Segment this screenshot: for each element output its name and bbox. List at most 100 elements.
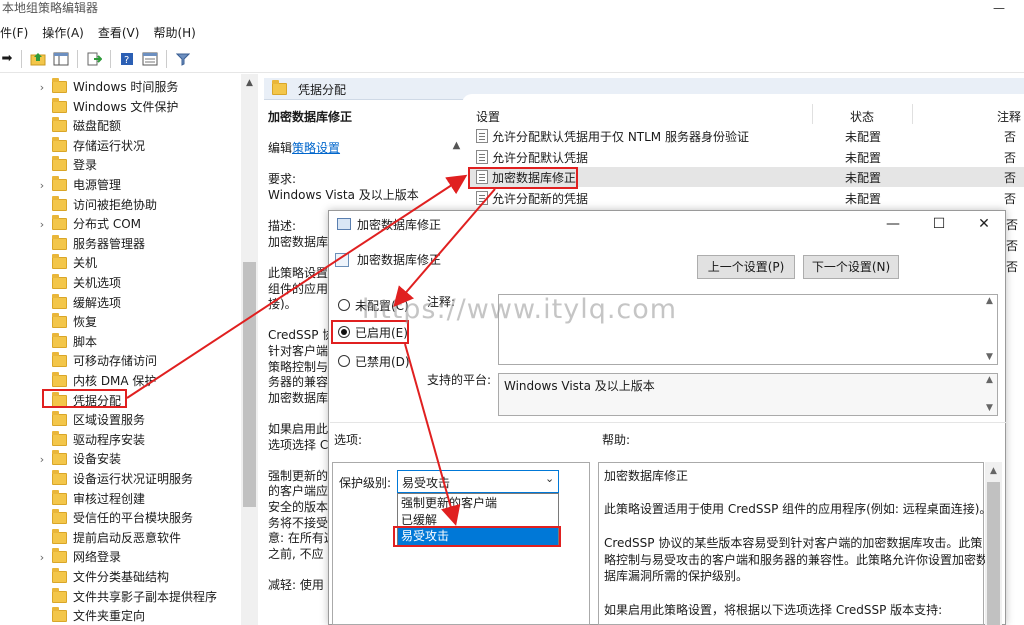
column-header-setting[interactable]: 设置 [476, 108, 500, 125]
tree-item-label: 区域设置服务 [73, 413, 146, 428]
tree-item[interactable]: 文件分类基础结构 [0, 568, 240, 587]
tree-item[interactable]: 驱动程序安装 [0, 430, 240, 450]
chevron-right-icon[interactable]: › [37, 81, 47, 94]
tree-item[interactable]: 文件共享影子副本提供程序 [0, 587, 240, 607]
tree-item[interactable]: 文件夹重定向 [0, 607, 240, 625]
prev-setting-button[interactable]: 上一个设置(P) [697, 255, 795, 279]
folder-icon [52, 332, 67, 348]
platform-value: Windows Vista 及以上版本 [504, 379, 655, 393]
platform-scroll-down-icon[interactable]: ▼ [981, 403, 998, 413]
folder-icon [52, 254, 67, 270]
tree-item[interactable]: 访问被拒绝协助 [0, 195, 240, 215]
setting-comment: 否 [1004, 130, 1017, 144]
chevron-down-icon[interactable]: ⌄ [545, 472, 554, 485]
list-row[interactable]: 允许分配新的凭据 未配置 否 [470, 188, 1024, 208]
tree-item[interactable]: Windows 文件保护 [0, 97, 240, 117]
tree-item[interactable]: 登录 [0, 156, 240, 175]
tree-item[interactable]: 提前启动反恶意软件 [0, 528, 240, 548]
tree-item[interactable]: 服务器管理器 [0, 234, 240, 254]
tree-item[interactable]: › 网络登录 [0, 548, 240, 567]
description-line: 选项选择 C [268, 437, 329, 452]
folder-icon [52, 176, 67, 191]
description-line: 针对客户端 [268, 344, 329, 358]
folder-icon [52, 136, 67, 152]
menu-file[interactable]: 件(F) [0, 22, 35, 44]
tree-item-label: 文件夹重定向 [73, 609, 146, 624]
help-scroll-up-icon[interactable]: ▲ [985, 466, 1002, 476]
dialog-minimize-button[interactable]: — [878, 214, 908, 234]
filter-icon[interactable] [174, 50, 192, 68]
minimize-button[interactable]: — [992, 2, 1006, 16]
column-divider [812, 104, 813, 124]
description-line: 加密数据库 [268, 390, 329, 405]
tree-item[interactable]: 存储运行状况 [0, 136, 240, 156]
tree-item[interactable]: 设备运行状况证明服务 [0, 470, 240, 489]
tree-item[interactable]: › 电源管理 [0, 176, 240, 195]
tree-item[interactable]: › 设备安装 [0, 450, 240, 469]
help-scroll-thumb[interactable] [987, 482, 1000, 625]
description-line: 加密数据库 [268, 234, 329, 249]
forward-icon[interactable]: ➡ [0, 50, 14, 68]
properties-icon[interactable] [141, 50, 159, 68]
tree-item[interactable]: 关机 [0, 254, 240, 273]
menu-action[interactable]: 操作(A) [35, 22, 91, 44]
tree-scroll-thumb[interactable] [243, 262, 256, 507]
highlight-box-tree [42, 389, 127, 408]
setting-comment: 否 [1004, 171, 1017, 185]
tree-item[interactable]: 区域设置服务 [0, 411, 240, 430]
chevron-right-icon[interactable]: › [37, 179, 47, 192]
show-hide-tree-icon[interactable] [52, 50, 70, 68]
help-line: 如果启用此策略设置，将根据以下选项选择 CredSSP 版本支持: [604, 602, 943, 617]
description-line: CredSSP 协 [268, 328, 335, 343]
tree-item[interactable]: › 分布式 COM [0, 215, 240, 234]
option-force-updated-clients[interactable]: 强制更新的客户端 [398, 495, 558, 512]
setting-comment: 否 [1004, 191, 1017, 206]
next-setting-button[interactable]: 下一个设置(N) [803, 255, 899, 279]
tree-item-label: 关机 [73, 256, 98, 271]
tree-item-label: Windows 时间服务 [73, 80, 179, 94]
tree-item-label: 存储运行状况 [73, 138, 146, 153]
tree-item[interactable]: 审核过程创建 [0, 489, 240, 509]
radio-not-configured[interactable] [338, 299, 350, 311]
column-header-state[interactable]: 状态 [850, 108, 874, 125]
radio-disabled-label[interactable]: 已禁用(D) [355, 353, 410, 370]
tree-item[interactable]: 受信任的平台模块服务 [0, 509, 240, 528]
list-row[interactable]: 允许分配默认凭据 未配置 否 [470, 147, 1024, 167]
tree-item-label: 设备运行状况证明服务 [73, 472, 194, 486]
menu-view[interactable]: 查看(V) [91, 22, 147, 44]
description-line: 务将不接受 [268, 515, 329, 530]
platform-label: 支持的平台: [427, 373, 492, 387]
edit-policy-link[interactable]: 编辑策略设置 [268, 140, 340, 156]
chevron-right-icon[interactable]: › [37, 551, 47, 564]
radio-disabled[interactable] [338, 355, 350, 367]
tree-item[interactable]: 脚本 [0, 332, 240, 352]
export-list-icon[interactable] [85, 50, 103, 68]
help-icon[interactable]: ? [118, 50, 136, 68]
dialog-maximize-button[interactable]: ☐ [924, 214, 954, 234]
folder-icon [52, 156, 67, 172]
menu-help[interactable]: 帮助(H) [146, 22, 202, 44]
tree-item-label: 电源管理 [73, 178, 122, 192]
comment-scroll-up-icon[interactable]: ▲ [981, 296, 998, 306]
chevron-right-icon[interactable]: › [37, 218, 47, 231]
description-line: 如果启用此 [268, 422, 329, 436]
tree-item[interactable]: 关机选项 [0, 274, 240, 293]
setting-state: 未配置 [845, 191, 882, 206]
tree-item[interactable]: 可移动存储访问 [0, 352, 240, 371]
up-folder-icon[interactable] [29, 50, 47, 68]
platform-scroll-up-icon[interactable]: ▲ [981, 375, 998, 385]
chevron-right-icon[interactable]: › [37, 453, 47, 466]
dialog-close-button[interactable]: ✕ [969, 214, 999, 234]
policy-settings-link[interactable]: 策略设置 [292, 141, 340, 155]
list-row[interactable]: 允许分配默认凭据用于仅 NTLM 服务器身份验证 未配置 否 [470, 126, 1024, 146]
column-header-comment[interactable]: 注释 [997, 108, 1021, 125]
setting-name: 允许分配默认凭据用于仅 NTLM 服务器身份验证 [492, 130, 749, 144]
setting-name: 允许分配默认凭据 [492, 150, 589, 165]
tree-item[interactable]: 缓解选项 [0, 293, 240, 313]
tree-item[interactable]: › Windows 时间服务 [0, 78, 240, 97]
highlight-box-list [468, 167, 578, 189]
comment-scroll-down-icon[interactable]: ▼ [981, 352, 998, 362]
tree-item[interactable]: 恢复 [0, 313, 240, 332]
tree-item[interactable]: 磁盘配额 [0, 117, 240, 136]
scroll-up-icon[interactable]: ▲ [241, 78, 258, 90]
